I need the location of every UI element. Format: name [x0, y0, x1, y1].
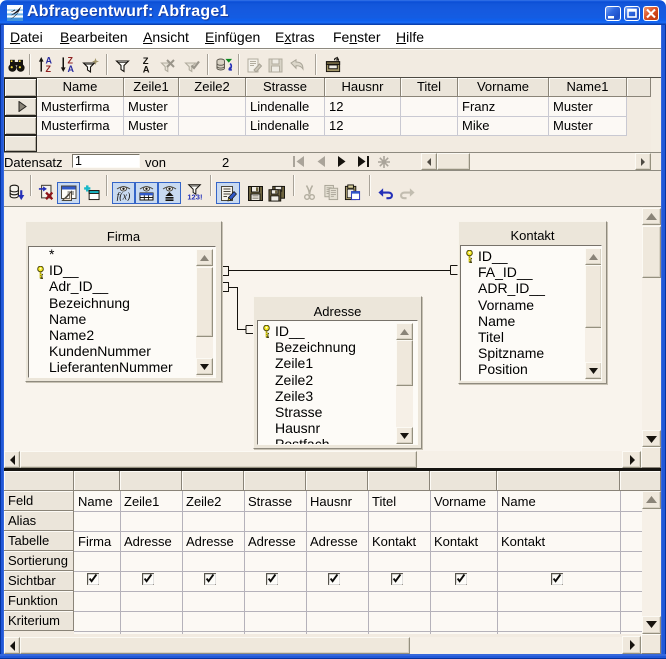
- svg-text:123!: 123!: [187, 193, 202, 200]
- svg-text:A: A: [143, 65, 150, 73]
- svg-text:Z: Z: [46, 64, 52, 73]
- svg-text:f(x): f(x): [117, 192, 132, 202]
- svg-text:A: A: [68, 64, 75, 73]
